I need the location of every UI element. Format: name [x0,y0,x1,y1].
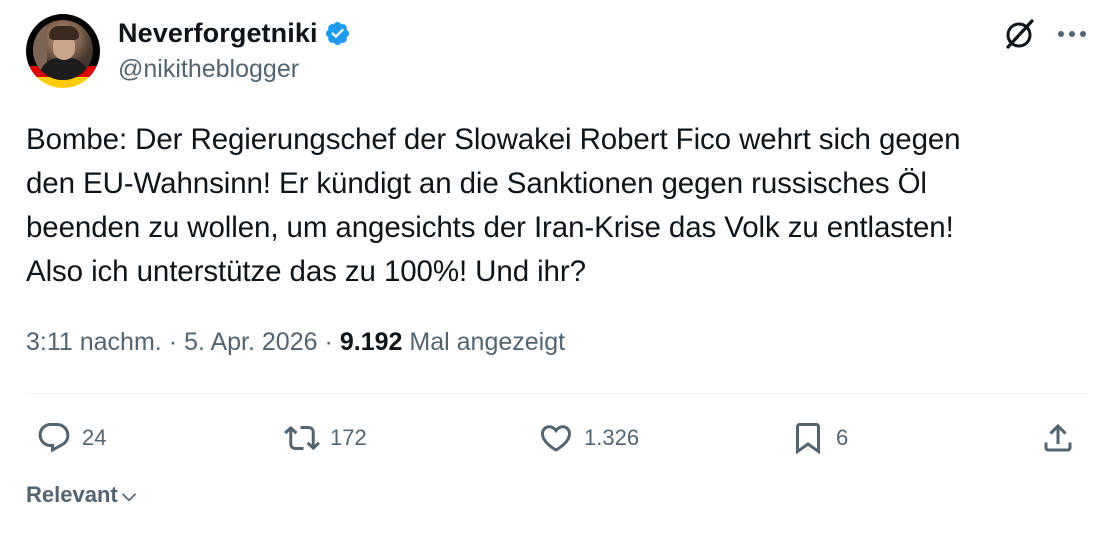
verified-badge-icon[interactable] [324,20,351,47]
share-button[interactable] [1040,418,1076,458]
views-count[interactable]: 9.192 [340,328,403,357]
repost-button[interactable]: 172 [284,418,367,458]
author-display-name[interactable]: Neverforgetniki [118,18,318,49]
tweet-card: Neverforgetniki @nikitheblogger Bombe: D… [0,0,1116,535]
share-icon [1044,423,1072,452]
tweet-meta: 3:11 nachm. · 5. Apr. 2026 · 9.192 Mal a… [26,328,565,357]
reply-button[interactable]: 24 [36,418,106,458]
avatar-photo [33,20,93,80]
repost-icon [284,425,320,451]
bookmark-icon [796,423,820,455]
tweet-text: Bombe: Der Regierungschef der Slowakei R… [26,123,961,288]
meta-separator: · [168,328,178,356]
author-name-row: Neverforgetniki [118,15,351,51]
grok-icon[interactable] [1002,16,1038,52]
meta-separator: · [324,328,333,356]
bookmark-button[interactable]: 6 [790,418,848,458]
reply-count: 24 [82,425,107,450]
author-handle[interactable]: @nikitheblogger [118,55,299,84]
more-icon[interactable] [1056,24,1088,44]
sort-label: Relevant [26,482,118,507]
avatar[interactable] [26,14,100,88]
tweet-date[interactable]: 5. Apr. 2026 [184,328,317,357]
views-label: Mal angezeigt [409,328,566,356]
divider [26,393,1088,394]
like-count: 1.326 [584,425,640,450]
repost-count: 172 [330,425,367,450]
tweet-time[interactable]: 3:11 nachm. [26,328,162,357]
reply-icon [38,423,70,453]
like-icon [540,425,572,452]
sort-replies-dropdown[interactable]: Relevant [26,482,139,508]
chevron-down-icon [121,493,136,502]
bookmark-count: 6 [836,425,849,450]
like-button[interactable]: 1.326 [538,418,639,458]
